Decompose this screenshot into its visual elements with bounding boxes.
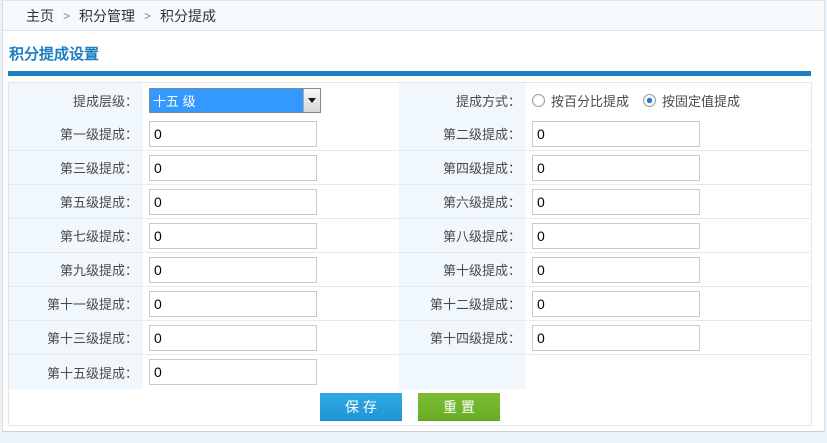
commission-input-11[interactable]	[149, 291, 317, 317]
commission-input-8[interactable]	[532, 223, 700, 249]
actions-row: 保 存 重 置	[9, 389, 811, 425]
field-row: 第三级提成： 第四级提成：	[9, 151, 811, 185]
commission-input-3[interactable]	[149, 155, 317, 181]
field-label: 第一级提成：	[9, 117, 146, 151]
field-label: 第十二级提成：	[399, 287, 529, 321]
radio-label[interactable]: 按固定值提成	[662, 91, 740, 110]
title-underline-bar	[8, 71, 811, 76]
commission-input-15[interactable]	[149, 359, 317, 385]
page-title: 积分提成设置	[9, 43, 811, 64]
commission-input-5[interactable]	[149, 189, 317, 215]
reset-button[interactable]: 重 置	[418, 393, 500, 421]
field-row: 第五级提成： 第六级提成：	[9, 185, 811, 219]
radio-fixed[interactable]	[643, 94, 656, 107]
commission-input-12[interactable]	[532, 291, 700, 317]
commission-mode-label: 提成方式：	[399, 83, 529, 117]
commission-input-9[interactable]	[149, 257, 317, 283]
field-row: 第十五级提成：	[9, 355, 811, 389]
save-button[interactable]: 保 存	[320, 393, 402, 421]
field-label: 第三级提成：	[9, 151, 146, 185]
field-label: 第四级提成：	[399, 151, 529, 185]
field-label: 第二级提成：	[399, 117, 529, 151]
field-rows: 第一级提成：第二级提成：第三级提成：第四级提成：第五级提成：第六级提成：第七级提…	[9, 117, 811, 389]
field-row: 第十一级提成： 第十二级提成：	[9, 287, 811, 321]
commission-input-14[interactable]	[532, 325, 700, 351]
commission-form-table: 提成层级： 十五 级 提成方式： 按百分比提成 按固定值提成 第一级提成： 第二级提…	[8, 82, 812, 426]
commission-level-select[interactable]: 十五 级	[149, 88, 321, 113]
field-label: 第八级提成：	[399, 219, 529, 253]
chevron-down-icon	[308, 98, 316, 103]
commission-input-4[interactable]	[532, 155, 700, 181]
field-row: 第一级提成： 第二级提成：	[9, 117, 811, 151]
field-label: 第五级提成：	[9, 185, 146, 219]
commission-input-7[interactable]	[149, 223, 317, 249]
field-label: 第十五级提成：	[9, 355, 146, 389]
breadcrumb-separator: >	[144, 9, 151, 23]
breadcrumb-separator: >	[63, 9, 70, 23]
breadcrumb-item-home[interactable]: 主页	[26, 6, 54, 26]
commission-input-10[interactable]	[532, 257, 700, 283]
commission-level-label: 提成层级：	[9, 83, 146, 117]
commission-input-2[interactable]	[532, 121, 700, 147]
breadcrumb-item-points-commission[interactable]: 积分提成	[160, 6, 216, 26]
field-label: 第十一级提成：	[9, 287, 146, 321]
commission-mode-radio-group: 按百分比提成 按固定值提成	[532, 91, 811, 110]
field-label: 第七级提成：	[9, 219, 146, 253]
breadcrumb-item-points-management[interactable]: 积分管理	[79, 6, 135, 26]
field-row: 第十三级提成： 第十四级提成：	[9, 321, 811, 355]
field-label	[399, 355, 529, 389]
field-label: 第九级提成：	[9, 253, 146, 287]
commission-input-13[interactable]	[149, 325, 317, 351]
commission-input-1[interactable]	[149, 121, 317, 147]
content-panel: 主页 > 积分管理 > 积分提成 积分提成设置 提成层级： 十五 级 提成方式：	[2, 0, 825, 432]
dropdown-button[interactable]	[303, 89, 320, 112]
field-row: 第七级提成： 第八级提成：	[9, 219, 811, 253]
field-row: 第九级提成： 第十级提成：	[9, 253, 811, 287]
radio-percentage[interactable]	[532, 94, 545, 107]
field-label: 第六级提成：	[399, 185, 529, 219]
field-label: 第十级提成：	[399, 253, 529, 287]
breadcrumb: 主页 > 积分管理 > 积分提成	[3, 0, 824, 31]
commission-input-6[interactable]	[532, 189, 700, 215]
radio-label[interactable]: 按百分比提成	[551, 91, 629, 110]
field-label: 第十三级提成：	[9, 321, 146, 355]
select-value: 十五 级	[150, 89, 303, 112]
settings-row: 提成层级： 十五 级 提成方式： 按百分比提成 按固定值提成	[9, 83, 811, 117]
field-label: 第十四级提成：	[399, 321, 529, 355]
